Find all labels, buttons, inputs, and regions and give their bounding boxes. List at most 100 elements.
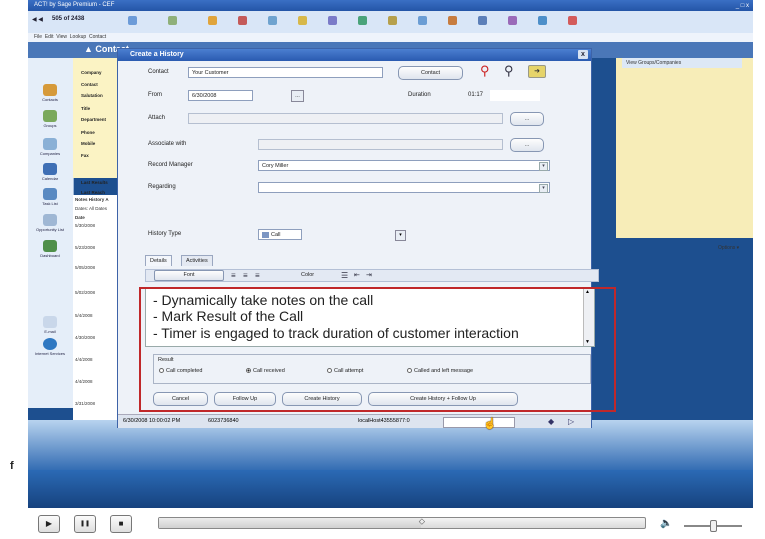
nav-contacts[interactable]: Contacts (30, 84, 70, 102)
stop-button[interactable]: ■ (110, 515, 132, 533)
groups-icon (43, 110, 57, 122)
attach-field[interactable] (188, 113, 503, 124)
volume-icon[interactable]: 🔈 (660, 518, 672, 529)
arrow-icon[interactable]: ◆ (548, 415, 554, 428)
list-item[interactable]: 5/30/2008 (75, 223, 95, 228)
history-toolbar-icon[interactable] (328, 16, 337, 25)
status-input[interactable] (443, 417, 515, 428)
pause-button[interactable]: ❚❚ (74, 515, 96, 533)
attach-browse-button[interactable]: ... (510, 112, 544, 126)
email-toolbar-icon[interactable] (268, 16, 277, 25)
history-column-header[interactable]: Date (75, 215, 85, 220)
list-item[interactable]: 3/31/2008 (75, 401, 95, 406)
nav-internet-services[interactable]: Internet Services (30, 338, 70, 356)
list-item[interactable]: 4/4/2008 (75, 379, 93, 384)
report-toolbar-icon[interactable] (448, 16, 457, 25)
associate-field[interactable] (258, 139, 503, 150)
align-right-icon[interactable]: ≡ (255, 271, 260, 280)
field-label: Salutation (81, 93, 103, 98)
nav-calendar[interactable]: Calendar (30, 163, 70, 181)
list-item[interactable]: 5/02/2008 (75, 290, 95, 295)
associate-label: Associate with (148, 141, 187, 147)
menu-view[interactable]: View (56, 34, 67, 40)
from-date-field[interactable]: 6/30/2008 (188, 90, 253, 101)
align-left-icon[interactable]: ≡ (231, 271, 236, 280)
forward-icon[interactable]: ▷ (568, 415, 574, 428)
nav-email[interactable]: E-mail (30, 316, 70, 334)
add-contact-icon[interactable]: ➜ (528, 65, 546, 78)
bullet-list-icon[interactable]: ☰ (341, 271, 348, 280)
nav-companies[interactable]: Companies (30, 138, 70, 156)
associate-browse-button[interactable]: ... (510, 138, 544, 152)
view-groups-header[interactable]: View Groups/Companies (622, 58, 742, 68)
chevron-down-icon[interactable]: ▾ (539, 184, 548, 193)
chevron-down-icon[interactable]: ▾ (395, 230, 406, 241)
lookup-toolbar-icon[interactable] (388, 16, 397, 25)
font-button[interactable]: Font (154, 270, 224, 281)
calendar-picker-icon[interactable]: … (291, 90, 304, 102)
color-label[interactable]: Color (301, 272, 314, 278)
history-type-field[interactable]: Call (258, 229, 302, 240)
record-manager-label: Record Manager (148, 162, 193, 168)
web-toolbar-icon[interactable] (538, 16, 547, 25)
menu-contact[interactable]: Contact (89, 34, 106, 40)
nav-label: Opportunity List (35, 227, 64, 232)
dashboard-icon (43, 240, 57, 252)
field-label: Last Results (81, 180, 108, 185)
contacts-icon (43, 84, 57, 96)
task-toolbar-icon[interactable] (238, 16, 247, 25)
volume-thumb[interactable] (710, 520, 717, 532)
progress-bar[interactable]: ⬦ (158, 514, 646, 529)
chevron-down-icon[interactable]: ▾ (539, 162, 548, 171)
list-item[interactable]: 4/4/2008 (75, 357, 93, 362)
cursor-icon: ☝ (483, 418, 497, 430)
dialog-title: Create a History (130, 51, 184, 58)
calendar-toolbar-icon[interactable] (208, 16, 217, 25)
regarding-select[interactable]: ▾ (258, 182, 550, 193)
duration-value: 01:17 (468, 92, 484, 98)
phone-toolbar-icon[interactable] (358, 16, 367, 25)
print-toolbar-icon[interactable] (418, 16, 427, 25)
highlight-box (139, 287, 616, 412)
nav-task-list[interactable]: Task List (30, 188, 70, 206)
tools-toolbar-icon[interactable] (508, 16, 517, 25)
tab-activities[interactable]: Activities (181, 255, 213, 266)
nav-groups[interactable]: Groups (30, 110, 70, 128)
contact-field[interactable]: Your Customer (188, 67, 383, 78)
outdent-icon[interactable]: ⇤ (354, 271, 360, 279)
sync-toolbar-icon[interactable] (478, 16, 487, 25)
menu-file[interactable]: File (34, 34, 42, 40)
tab-history[interactable]: History (89, 197, 105, 202)
indent-icon[interactable]: ⇥ (366, 271, 372, 279)
history-filter[interactable]: Dates: All Dates (75, 206, 107, 211)
nav-arrows-icon[interactable]: ◀ ◀ (32, 16, 43, 23)
list-item[interactable]: 5/05/2008 (75, 265, 95, 270)
close-icon[interactable]: x (578, 50, 588, 59)
history-type-label: History Type (148, 231, 182, 237)
nav-dashboard[interactable]: Dashboard (30, 240, 70, 258)
volume-slider[interactable] (684, 520, 742, 532)
dialog-title-bar: Create a History x (118, 49, 591, 61)
history-tabs[interactable]: Notes History A (75, 197, 109, 202)
search-icon[interactable]: ⚲ (480, 63, 490, 79)
lookup-icon[interactable]: ⚲ (504, 63, 514, 79)
list-item[interactable]: 5/4/2008 (75, 313, 93, 318)
nav-opportunity-list[interactable]: Opportunity List (30, 214, 70, 232)
contact-button[interactable]: Contact (398, 66, 463, 80)
contacts-toolbar-icon[interactable] (128, 16, 137, 25)
record-manager-select[interactable]: Cory Miller ▾ (258, 160, 550, 171)
tab-details[interactable]: Details (145, 255, 172, 266)
tab-a[interactable]: A (105, 197, 108, 202)
list-item[interactable]: 5/23/2008 (75, 245, 95, 250)
help-toolbar-icon[interactable] (568, 16, 577, 25)
align-center-icon[interactable]: ≡ (243, 271, 248, 280)
tab-notes[interactable]: Notes (75, 197, 88, 202)
list-item[interactable]: 4/30/2008 (75, 335, 95, 340)
note-toolbar-icon[interactable] (298, 16, 307, 25)
contact-list-toolbar-icon[interactable] (168, 16, 177, 25)
options-menu[interactable]: Options ▾ (718, 245, 739, 251)
play-button[interactable]: ▶ (38, 515, 60, 533)
menu-lookup[interactable]: Lookup (70, 34, 86, 40)
progress-thumb[interactable]: ⬦ (418, 514, 425, 528)
menu-edit[interactable]: Edit (45, 34, 54, 40)
